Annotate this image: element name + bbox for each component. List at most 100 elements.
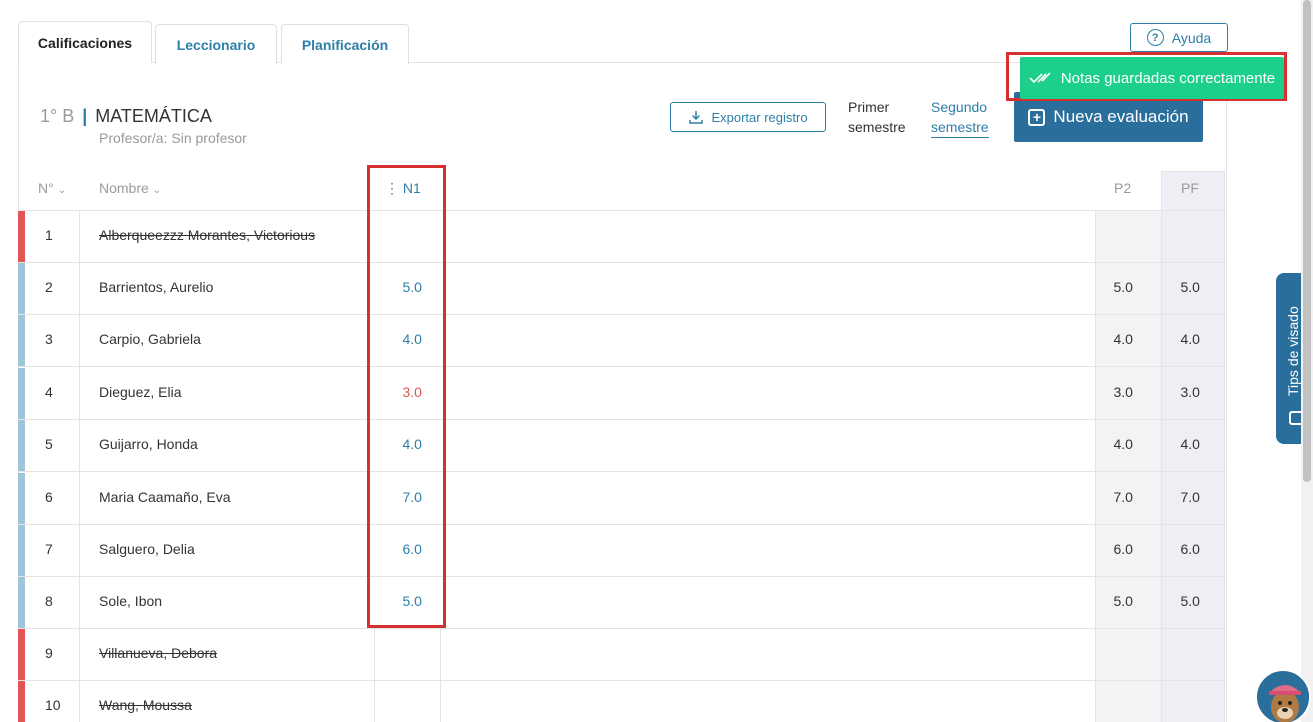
row-number: 5 (45, 436, 53, 452)
status-bar (18, 681, 25, 722)
course-title: 1° B | MATEMÁTICA (40, 106, 212, 127)
status-bar (18, 315, 25, 366)
status-bar (18, 525, 25, 576)
status-bar (18, 211, 25, 262)
course-grade: 1° B (40, 106, 75, 126)
semester-1-tab[interactable]: Primer semestre (848, 97, 906, 137)
tab-planificacion[interactable]: Planificación (281, 24, 409, 64)
row-number: 9 (45, 645, 53, 661)
new-evaluation-label: Nueva evaluación (1053, 107, 1189, 126)
grade-n1[interactable]: 5.0 (403, 593, 422, 609)
status-bar (18, 368, 25, 419)
student-name[interactable]: Barrientos, Aurelio (99, 279, 213, 295)
status-bar (18, 577, 25, 628)
table-row[interactable]: 9 Villanueva, Debora (18, 629, 1227, 681)
table-row[interactable]: 2 Barrientos, Aurelio 5.0 5.0 5.0 (18, 263, 1227, 315)
student-name[interactable]: Guijarro, Honda (99, 436, 198, 452)
plus-square-icon: + (1028, 108, 1046, 126)
row-number: 10 (45, 697, 61, 713)
student-name[interactable]: Alberqueezzz Morantes, Victorious (99, 227, 315, 243)
grade-n1[interactable]: 7.0 (403, 489, 422, 505)
table-row[interactable]: 3 Carpio, Gabriela 4.0 4.0 4.0 (18, 315, 1227, 367)
table-row[interactable]: 4 Dieguez, Elia 3.0 3.0 3.0 (18, 368, 1227, 420)
status-bar (18, 629, 25, 680)
table-row[interactable]: 7 Salguero, Delia 6.0 6.0 6.0 (18, 525, 1227, 577)
grade-p2: 4.0 (1113, 331, 1133, 347)
header-n1[interactable]: ⋮ N1 (385, 180, 421, 197)
grade-n1[interactable]: 6.0 (403, 541, 422, 557)
grade-p2: 6.0 (1113, 541, 1133, 557)
chevron-down-icon: ⌄ (57, 185, 66, 196)
success-toast: Notas guardadas correctamente (1020, 57, 1284, 99)
grade-pf: 5.0 (1180, 279, 1200, 295)
semester-2-line1: Segundo (931, 99, 988, 115)
semester-2-line2: semestre (931, 119, 989, 135)
grade-p2: 7.0 (1113, 489, 1133, 505)
header-p2: P2 (1114, 180, 1132, 196)
status-bar (18, 473, 25, 524)
header-name[interactable]: Nombre ⌄ (99, 180, 161, 196)
header-n1-label: N1 (402, 180, 421, 196)
grade-pf: 4.0 (1180, 436, 1200, 452)
row-number: 1 (45, 227, 53, 243)
row-number: 3 (45, 331, 53, 347)
course-teacher: Profesor/a: Sin profesor (99, 130, 247, 146)
student-name[interactable]: Carpio, Gabriela (99, 331, 201, 347)
table-row[interactable]: 1 Alberqueezzz Morantes, Victorious (18, 211, 1227, 263)
table-row[interactable]: 5 Guijarro, Honda 4.0 4.0 4.0 (18, 420, 1227, 472)
download-icon (689, 111, 704, 124)
semester-1-line2: semestre (848, 119, 906, 135)
grade-pf: 6.0 (1180, 541, 1200, 557)
assistant-avatar[interactable] (1255, 669, 1311, 722)
row-number: 8 (45, 593, 53, 609)
row-number: 7 (45, 541, 53, 557)
help-button[interactable]: ? Ayuda (1130, 23, 1228, 52)
dog-avatar-icon (1259, 673, 1309, 722)
export-button[interactable]: Exportar registro (670, 102, 826, 132)
page: Calificaciones Leccionario Planificación… (0, 0, 1313, 722)
help-label: Ayuda (1171, 29, 1212, 46)
grade-n1[interactable]: 3.0 (403, 384, 422, 400)
tips-label: Tips de visado (1285, 306, 1301, 396)
student-name[interactable]: Sole, Ibon (99, 593, 162, 609)
status-bar (18, 263, 25, 314)
grade-p2: 4.0 (1113, 436, 1133, 452)
grade-p2: 5.0 (1113, 279, 1133, 295)
table-row[interactable]: 6 Maria Caamaño, Eva 7.0 7.0 7.0 (18, 473, 1227, 525)
title-separator: | (82, 106, 88, 126)
scrollbar-thumb[interactable] (1303, 0, 1311, 482)
student-name[interactable]: Dieguez, Elia (99, 384, 182, 400)
header-num-label: N° (38, 180, 54, 196)
student-name[interactable]: Wang, Moussa (99, 697, 192, 713)
row-number: 2 (45, 279, 53, 295)
grade-p2: 3.0 (1113, 384, 1133, 400)
status-bar (18, 420, 25, 471)
double-check-icon (1029, 72, 1051, 84)
row-number: 4 (45, 384, 53, 400)
grade-pf: 3.0 (1180, 384, 1200, 400)
grade-p2: 5.0 (1113, 593, 1133, 609)
header-pf: PF (1181, 180, 1199, 196)
tab-calificaciones[interactable]: Calificaciones (18, 21, 152, 63)
table-row[interactable]: 10 Wang, Moussa (18, 681, 1227, 722)
student-name[interactable]: Maria Caamaño, Eva (99, 489, 231, 505)
semester-1-line1: Primer (848, 99, 890, 115)
student-name[interactable]: Villanueva, Debora (99, 645, 217, 661)
row-number: 6 (45, 489, 53, 505)
semester-2-tab[interactable]: Segundo semestre (931, 97, 989, 138)
student-name[interactable]: Salguero, Delia (99, 541, 195, 557)
course-subject: MATEMÁTICA (95, 106, 212, 126)
header-num[interactable]: N° ⌄ (38, 180, 66, 196)
grade-pf: 4.0 (1180, 331, 1200, 347)
grade-pf: 7.0 (1180, 489, 1200, 505)
toast-message: Notas guardadas correctamente (1060, 69, 1276, 87)
question-icon: ? (1146, 29, 1164, 46)
grade-n1[interactable]: 5.0 (403, 279, 422, 295)
tab-leccionario[interactable]: Leccionario (155, 24, 277, 64)
table-row[interactable]: 8 Sole, Ibon 5.0 5.0 5.0 (18, 577, 1227, 629)
grade-n1[interactable]: 4.0 (403, 436, 422, 452)
chevron-down-icon: ⌄ (152, 185, 162, 196)
kebab-menu-icon[interactable]: ⋮ (385, 180, 399, 196)
grade-n1[interactable]: 4.0 (403, 331, 422, 347)
header-name-label: Nombre (99, 180, 149, 196)
